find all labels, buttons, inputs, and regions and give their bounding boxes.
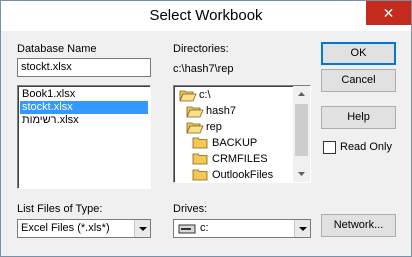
close-icon: ✕	[382, 5, 395, 21]
folder-icon	[192, 137, 208, 149]
list-item[interactable]: Book1.xlsx	[20, 88, 148, 101]
tree-item-backup[interactable]: BACKUP	[192, 135, 289, 151]
directory-scrollbar[interactable]	[293, 86, 310, 182]
folder-icon	[192, 153, 208, 165]
database-name-input[interactable]: stockt.xlsx	[17, 58, 151, 77]
select-workbook-dialog: Select Workbook ✕ Database Name stockt.x…	[0, 0, 412, 257]
tree-item-label: OutlookFiles	[212, 169, 274, 181]
file-type-select[interactable]: Excel Files (*.xls*)	[17, 219, 151, 238]
tree-item-label: hash7	[206, 105, 236, 117]
list-item[interactable]: רשימות.xlsx	[20, 114, 148, 127]
tree-item-label: CRMFILES	[212, 153, 268, 165]
open-folder-icon	[186, 106, 204, 118]
chevron-down-icon	[299, 227, 307, 231]
tree-item-hash7[interactable]: hash7	[186, 103, 289, 119]
file-type-value: Excel Files (*.xls*)	[21, 222, 110, 234]
file-type-label: List Files of Type:	[17, 203, 103, 215]
ok-button[interactable]: OK	[321, 42, 396, 65]
dropdown-arrow[interactable]	[134, 220, 150, 237]
tree-item-c-root[interactable]: c:\	[179, 87, 289, 103]
open-folder-icon	[186, 122, 204, 134]
folder-icon	[192, 169, 208, 181]
file-list[interactable]: Book1.xlsx stockt.xlsx רשימות.xlsx	[17, 85, 151, 189]
directories-label: Directories:	[173, 43, 229, 55]
dialog-title: Select Workbook	[149, 7, 263, 24]
list-item[interactable]: stockt.xlsx	[20, 101, 148, 114]
tree-item-crmfiles[interactable]: CRMFILES	[192, 151, 289, 167]
read-only-checkbox[interactable]	[323, 141, 336, 154]
tree-item-label: c:\	[199, 89, 211, 101]
help-button[interactable]: Help	[321, 106, 396, 129]
read-only-label: Read Only	[340, 141, 392, 153]
open-folder-icon	[179, 90, 197, 102]
chevron-down-icon	[139, 227, 147, 231]
tree-item-rep[interactable]: rep	[186, 119, 289, 135]
database-name-label: Database Name	[17, 43, 97, 55]
drives-label: Drives:	[173, 203, 208, 215]
close-button[interactable]: ✕	[366, 1, 411, 25]
scroll-up-icon[interactable]	[293, 86, 310, 103]
title-bar: Select Workbook ✕	[1, 1, 411, 31]
drives-value: c:	[200, 222, 209, 234]
cancel-button[interactable]: Cancel	[321, 69, 396, 92]
network-button[interactable]: Network...	[321, 214, 396, 237]
tree-item-label: rep	[206, 121, 222, 133]
dropdown-arrow[interactable]	[294, 220, 310, 237]
scrollbar-thumb[interactable]	[295, 104, 308, 156]
scroll-down-icon[interactable]	[293, 165, 310, 182]
current-path: c:\hash7\rep	[173, 63, 234, 75]
tree-item-outlookfiles[interactable]: OutlookFiles	[192, 167, 289, 183]
tree-item-label: BACKUP	[212, 137, 258, 149]
drive-icon	[178, 224, 196, 234]
directory-tree[interactable]: c:\ hash7 rep BACKUP CRMFILES OutlookFil…	[173, 85, 311, 183]
drives-select[interactable]: c:	[173, 219, 311, 238]
